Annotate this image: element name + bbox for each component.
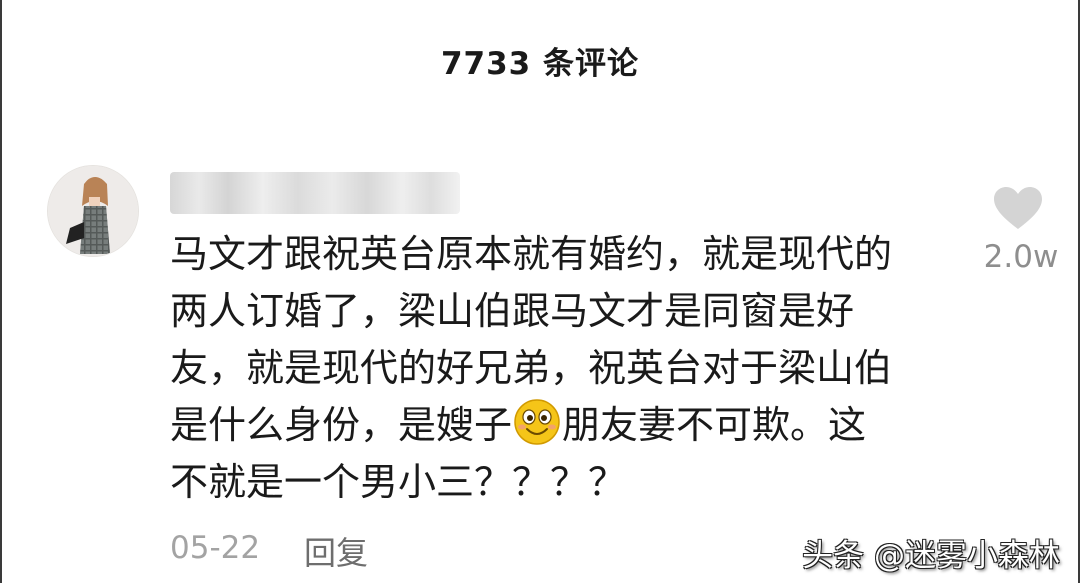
comment-date: 05-22	[170, 530, 261, 566]
avatar[interactable]	[47, 165, 139, 257]
comment-line: 友，就是现代的好兄弟，祝英台对于梁山伯	[170, 346, 893, 390]
comment-line-part: 是什么身份，是嫂子	[170, 403, 513, 447]
comment-line: 马文才跟祝英台原本就有婚约，就是现代的	[170, 232, 893, 276]
comment-line-part: 朋友妻不可欺。这	[562, 403, 867, 447]
grinning-face-emoji-icon	[514, 399, 560, 445]
watermark: 头条 @迷雾小森林	[802, 538, 1060, 574]
reply-button[interactable]: 回复	[304, 528, 368, 574]
comment-body: 马文才跟祝英台原本就有婚约，就是现代的 两人订婚了，梁山伯跟马文才是同窗是好 友…	[170, 226, 955, 511]
comment-line-with-emoji: 是什么身份，是嫂子 朋友妻不可欺。这	[170, 397, 955, 454]
user-avatar-photo-icon	[48, 166, 138, 256]
like-count: 2.0w	[983, 239, 1059, 275]
heart-icon[interactable]	[992, 185, 1044, 231]
comments-panel: 7733 条评论 马文才跟祝英台原本就有婚约，就是现代的 两人订婚了，梁山伯跟马…	[0, 0, 1080, 583]
comment-line: 不就是一个男小三？？？？	[170, 460, 627, 504]
comment-count-title: 7733 条评论	[440, 46, 640, 82]
comment-line: 两人订婚了，梁山伯跟马文才是同窗是好	[170, 289, 855, 333]
username-blurred[interactable]	[170, 172, 460, 214]
